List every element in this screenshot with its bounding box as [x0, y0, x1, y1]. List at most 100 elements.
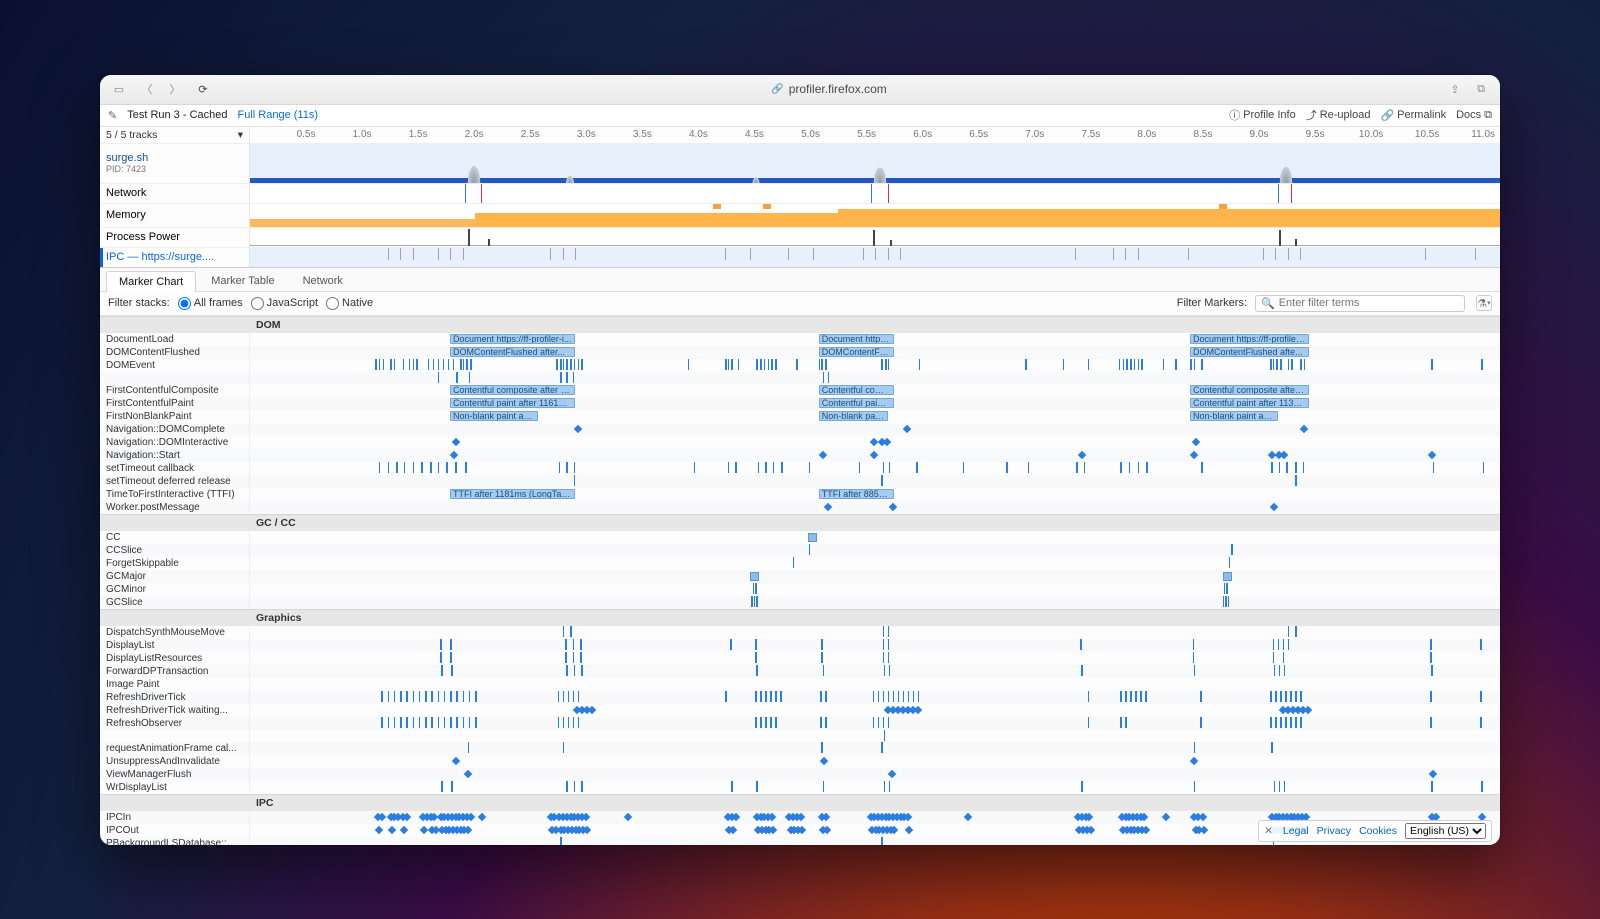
- marker-tick[interactable]: [433, 359, 435, 370]
- marker-tick[interactable]: [1288, 639, 1290, 650]
- marker-tick[interactable]: [1295, 691, 1297, 702]
- marker-tick[interactable]: [1290, 691, 1292, 702]
- marker-row[interactable]: Worker.postMessage: [100, 501, 1500, 514]
- marker-tick[interactable]: [565, 652, 567, 663]
- marker-tick[interactable]: [1285, 691, 1287, 702]
- marker-tick[interactable]: [573, 717, 575, 728]
- reupload-button[interactable]: ⤴ Re-upload: [1306, 107, 1371, 123]
- marker-tick[interactable]: [428, 359, 430, 370]
- marker-tick[interactable]: [1125, 717, 1127, 728]
- marker-diamond[interactable]: [624, 812, 632, 820]
- marker-tick[interactable]: [578, 691, 580, 702]
- marker-tick[interactable]: [796, 359, 798, 370]
- marker-tick[interactable]: [1081, 665, 1083, 676]
- marker-tick[interactable]: [771, 359, 773, 370]
- footer-link-privacy[interactable]: Privacy: [1317, 825, 1351, 837]
- marker-tick[interactable]: [1483, 462, 1485, 473]
- tabs-icon[interactable]: ⧉: [1472, 83, 1490, 96]
- marker-diamond[interactable]: [1199, 812, 1207, 820]
- marker-tick[interactable]: [451, 781, 453, 792]
- marker-tick[interactable]: [883, 639, 885, 650]
- marker-tick[interactable]: [919, 359, 921, 370]
- marker-tick[interactable]: [1430, 691, 1432, 702]
- marker-row[interactable]: GCMajor: [100, 570, 1500, 583]
- marker-tick[interactable]: [823, 781, 825, 792]
- marker-diamond[interactable]: [964, 812, 972, 820]
- marker-tick[interactable]: [431, 717, 433, 728]
- marker-tick[interactable]: [881, 837, 883, 845]
- marker-tick[interactable]: [574, 781, 576, 792]
- marker-tick[interactable]: [563, 742, 565, 753]
- marker-tick[interactable]: [406, 717, 408, 728]
- marker-tick[interactable]: [888, 652, 890, 663]
- marker-tick[interactable]: [453, 359, 455, 370]
- marker-tick[interactable]: [558, 717, 560, 728]
- marker-tick[interactable]: [1430, 717, 1432, 728]
- marker-diamond[interactable]: [388, 825, 396, 833]
- marker-tick[interactable]: [825, 717, 827, 728]
- marker-row[interactable]: RefreshObserver: [100, 717, 1500, 730]
- marker-row[interactable]: UnsuppressAndInvalidate: [100, 755, 1500, 768]
- marker-tick[interactable]: [574, 462, 576, 473]
- marker-tick[interactable]: [394, 717, 396, 728]
- marker-tick[interactable]: [404, 462, 406, 473]
- marker-lane[interactable]: [250, 501, 1500, 514]
- marker-tick[interactable]: [450, 717, 452, 728]
- marker-tick[interactable]: [1279, 781, 1281, 792]
- time-ruler[interactable]: 5 / 5 tracks▾ 0.5s1.0s1.5s2.0s2.5s3.0s3.…: [100, 127, 1500, 143]
- marker-tick[interactable]: [1481, 781, 1483, 792]
- marker-tick[interactable]: [469, 717, 471, 728]
- marker-row[interactable]: Image Paint: [100, 678, 1500, 691]
- sidebar-toggle-icon[interactable]: ▭: [110, 83, 128, 96]
- marker-tick[interactable]: [1135, 691, 1137, 702]
- marker-row[interactable]: ForwardDPTransaction: [100, 665, 1500, 678]
- marker-tick[interactable]: [1480, 639, 1482, 650]
- marker-lane[interactable]: [250, 557, 1500, 570]
- marker-tick[interactable]: [775, 691, 777, 702]
- marker-tick[interactable]: [379, 462, 381, 473]
- marker-tick[interactable]: [756, 359, 758, 370]
- marker-row[interactable]: [100, 730, 1500, 742]
- marker-diamond[interactable]: [870, 450, 878, 458]
- memory-track[interactable]: Memory: [100, 203, 1500, 227]
- marker-tick[interactable]: [823, 665, 825, 676]
- marker-tick[interactable]: [1224, 583, 1226, 594]
- marker-tick[interactable]: [1286, 462, 1288, 473]
- marker-row[interactable]: DOMContentFlushedDOMContentFlushed after…: [100, 346, 1500, 359]
- marker-tick[interactable]: [1303, 462, 1305, 473]
- marker-tick[interactable]: [1431, 781, 1433, 792]
- marker-diamond[interactable]: [1429, 769, 1437, 777]
- marker-row[interactable]: FirstContentfulCompositeContentful compo…: [100, 384, 1500, 397]
- marker-tick[interactable]: [388, 717, 390, 728]
- marker-tick[interactable]: [438, 372, 440, 383]
- marker-row[interactable]: requestAnimationFrame cal...: [100, 742, 1500, 755]
- marker-row[interactable]: DisplayList: [100, 639, 1500, 652]
- marker-row[interactable]: Navigation::DOMInteractive: [100, 436, 1500, 449]
- marker-tick[interactable]: [444, 691, 446, 702]
- marker-tick[interactable]: [574, 359, 576, 370]
- marker-row[interactable]: RefreshDriverTick waiting...: [100, 704, 1500, 717]
- marker-tick[interactable]: [570, 626, 572, 637]
- marker-lane[interactable]: [250, 626, 1500, 639]
- marker-tick[interactable]: [568, 691, 570, 702]
- marker-square[interactable]: [1223, 572, 1232, 581]
- marker-tick[interactable]: [1223, 596, 1225, 607]
- marker-tick[interactable]: [431, 691, 433, 702]
- marker-tick[interactable]: [755, 583, 757, 594]
- marker-tick[interactable]: [730, 639, 732, 650]
- marker-square[interactable]: [808, 533, 817, 542]
- marker-chart[interactable]: DOMDocumentLoadDocument https://ff-profi…: [100, 316, 1500, 845]
- marker-row[interactable]: Navigation::Start: [100, 449, 1500, 462]
- marker-tick[interactable]: [1081, 781, 1083, 792]
- marker-tick[interactable]: [574, 665, 576, 676]
- marker-tick[interactable]: [873, 691, 875, 702]
- marker-tick[interactable]: [735, 462, 737, 473]
- marker-tick[interactable]: [573, 639, 575, 650]
- marker-lane[interactable]: [250, 449, 1500, 462]
- marker-tick[interactable]: [881, 475, 883, 486]
- marker-tick[interactable]: [859, 462, 861, 473]
- marker-tick[interactable]: [1194, 781, 1196, 792]
- marker-tick[interactable]: [825, 691, 827, 702]
- marker-tick[interactable]: [566, 462, 568, 473]
- marker-diamond[interactable]: [1161, 812, 1169, 820]
